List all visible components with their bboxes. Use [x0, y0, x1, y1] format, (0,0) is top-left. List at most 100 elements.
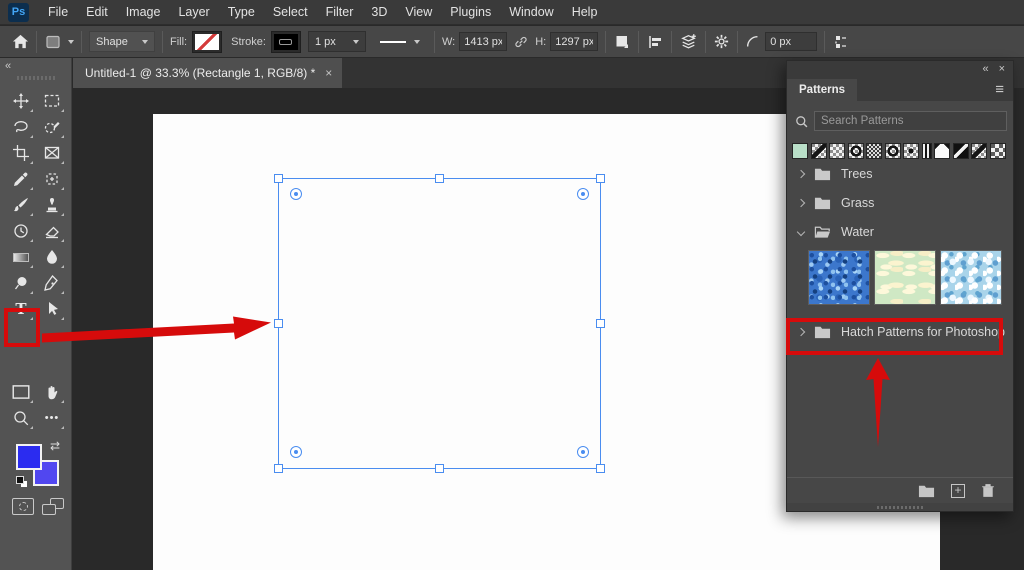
collapse-panel-icon[interactable]: « [5, 60, 11, 72]
transform-handle-n[interactable] [435, 174, 444, 183]
menu-item-edit[interactable]: Edit [77, 0, 117, 25]
transform-handle-se[interactable] [596, 464, 605, 473]
transform-handle-s[interactable] [435, 464, 444, 473]
pattern-thumbnail-blue-water-mosaic[interactable] [808, 250, 870, 305]
corner-radius-handle-nw[interactable] [290, 188, 302, 200]
height-input[interactable] [550, 32, 598, 51]
crop-tool[interactable] [8, 141, 34, 165]
pattern-swatch-vertical-stripes[interactable] [922, 143, 932, 159]
document-tab[interactable]: Untitled-1 @ 33.3% (Rectangle 1, RGB/8) … [73, 58, 342, 88]
menu-item-plugins[interactable]: Plugins [441, 0, 500, 25]
tab-patterns[interactable]: Patterns [787, 79, 857, 101]
pattern-swatch-square-hatch[interactable] [903, 143, 919, 159]
rectangle-tool[interactable] [8, 380, 34, 404]
patch-tool[interactable] [39, 167, 65, 191]
new-pattern-icon[interactable]: + [951, 484, 965, 498]
move-tool[interactable] [8, 89, 34, 113]
eraser-tool[interactable] [39, 219, 65, 243]
collapse-panel-icon[interactable]: « [982, 63, 988, 75]
menu-item-image[interactable]: Image [117, 0, 170, 25]
align-icon[interactable] [646, 33, 664, 51]
lasso-tool[interactable] [8, 115, 34, 139]
eyedropper-tool[interactable] [8, 167, 34, 191]
menu-bar: Ps FileEditImageLayerTypeSelectFilter3DV… [0, 0, 1024, 25]
menu-item-type[interactable]: Type [219, 0, 264, 25]
tool-mode-dropdown[interactable]: Shape [89, 31, 155, 52]
constraint-options-icon[interactable] [832, 33, 850, 51]
swap-colors-icon[interactable]: ⇄ [50, 439, 60, 453]
panel-menu-icon[interactable]: ≡ [986, 79, 1013, 101]
width-input[interactable] [459, 32, 507, 51]
menu-item-help[interactable]: Help [563, 0, 607, 25]
transform-handle-e[interactable] [596, 319, 605, 328]
home-icon[interactable] [12, 33, 29, 50]
pattern-swatch-checkerboard[interactable] [829, 143, 845, 159]
link-dimensions-icon[interactable] [513, 34, 529, 50]
foreground-color-swatch[interactable] [16, 444, 42, 470]
fill-swatch[interactable] [192, 31, 222, 53]
default-colors-icon[interactable] [16, 476, 28, 488]
quick-mask-icon[interactable] [12, 498, 34, 515]
corner-radius-handle-sw[interactable] [290, 446, 302, 458]
stroke-width-dropdown[interactable]: 1 px [308, 31, 366, 52]
transform-handle-w[interactable] [274, 319, 283, 328]
pattern-group-trees[interactable]: Trees [787, 159, 1013, 188]
tool-mode-value: Shape [96, 36, 134, 48]
pattern-thumbnail-green-water-caustics[interactable] [874, 250, 936, 305]
transform-handle-sw[interactable] [274, 464, 283, 473]
tool-preset-button[interactable] [44, 33, 74, 51]
close-tab-icon[interactable]: × [325, 66, 332, 80]
corner-radius-handle-se[interactable] [577, 446, 589, 458]
pattern-group-water[interactable]: Water [787, 217, 1013, 246]
gradient-tool[interactable] [8, 245, 34, 269]
stroke-swatch[interactable] [271, 31, 301, 53]
transform-handle-ne[interactable] [596, 174, 605, 183]
history-brush-tool[interactable] [8, 219, 34, 243]
pattern-swatch-circle-hatch[interactable] [885, 143, 901, 159]
new-group-icon[interactable] [918, 484, 935, 498]
menu-item-3d[interactable]: 3D [362, 0, 396, 25]
pattern-group-grass[interactable]: Grass [787, 188, 1013, 217]
clone-stamp-tool[interactable] [39, 193, 65, 217]
dodge-tool[interactable] [8, 271, 34, 295]
edit-toolbar-icon[interactable]: ••• [39, 406, 65, 430]
zoom-tool[interactable] [8, 406, 34, 430]
screen-mode-icon[interactable] [42, 498, 64, 515]
pattern-swatch-green-water[interactable] [792, 143, 808, 159]
pattern-swatch-envelope[interactable] [934, 143, 950, 159]
panel-grip[interactable] [17, 76, 55, 80]
pattern-swatch-diagonal-hatch[interactable] [811, 143, 827, 159]
object-selection-tool[interactable] [39, 115, 65, 139]
rectangular-marquee-tool[interactable] [39, 89, 65, 113]
pattern-swatch-chevron-hatch[interactable] [971, 143, 987, 159]
path-selection-tool[interactable] [39, 297, 65, 321]
pen-tool[interactable] [39, 271, 65, 295]
pattern-swatch-dither[interactable] [866, 143, 882, 159]
frame-tool[interactable] [39, 141, 65, 165]
pattern-thumbnail-light-blue-water-foam[interactable] [940, 250, 1002, 305]
search-patterns-input[interactable] [814, 111, 1007, 131]
path-operations-icon[interactable] [613, 33, 631, 51]
arrange-layers-icon[interactable] [679, 32, 698, 51]
brush-tool[interactable] [8, 193, 34, 217]
close-panel-icon[interactable]: × [999, 63, 1005, 75]
menu-item-layer[interactable]: Layer [169, 0, 218, 25]
transform-handle-nw[interactable] [274, 174, 283, 183]
pattern-swatch-fine-checkerboard[interactable] [990, 143, 1006, 159]
shape-transform-box[interactable] [278, 178, 601, 469]
menu-item-file[interactable]: File [39, 0, 77, 25]
gear-icon[interactable] [713, 33, 730, 50]
menu-item-filter[interactable]: Filter [317, 0, 363, 25]
corner-radius-input[interactable] [765, 32, 817, 51]
pattern-swatch-black-diagonal[interactable] [953, 143, 969, 159]
menu-item-window[interactable]: Window [500, 0, 562, 25]
corner-radius-handle-ne[interactable] [577, 188, 589, 200]
blur-tool[interactable] [39, 245, 65, 269]
trash-icon[interactable] [981, 483, 995, 498]
menu-item-select[interactable]: Select [264, 0, 317, 25]
pattern-swatch-square-outline[interactable] [848, 143, 864, 159]
hand-tool[interactable] [39, 380, 65, 404]
stroke-style-dropdown[interactable] [373, 31, 427, 52]
panel-resize-grip[interactable] [787, 503, 1013, 511]
menu-item-view[interactable]: View [396, 0, 441, 25]
